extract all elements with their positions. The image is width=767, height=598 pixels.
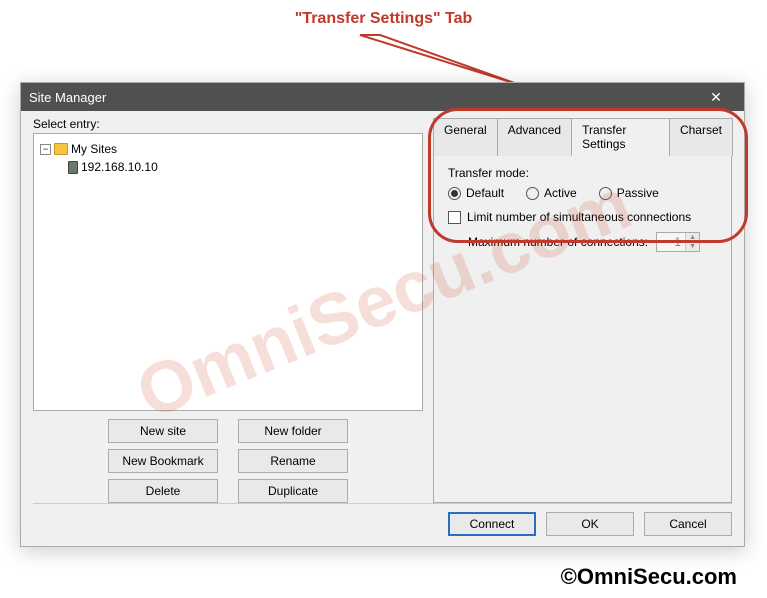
cancel-button[interactable]: Cancel bbox=[644, 512, 732, 536]
new-bookmark-button[interactable]: New Bookmark bbox=[108, 449, 218, 473]
delete-button[interactable]: Delete bbox=[108, 479, 218, 503]
window-title: Site Manager bbox=[29, 90, 106, 105]
radio-active-label: Active bbox=[544, 186, 577, 200]
limit-connections-checkbox[interactable]: Limit number of simultaneous connections bbox=[448, 210, 717, 224]
radio-active[interactable]: Active bbox=[526, 186, 577, 200]
titlebar: Site Manager ✕ bbox=[21, 83, 744, 111]
radio-icon bbox=[448, 187, 461, 200]
tab-charset[interactable]: Charset bbox=[669, 118, 733, 156]
radio-passive[interactable]: Passive bbox=[599, 186, 659, 200]
select-entry-label: Select entry: bbox=[33, 117, 423, 131]
rename-button[interactable]: Rename bbox=[238, 449, 348, 473]
spinner-down-icon[interactable]: ▼ bbox=[686, 242, 699, 251]
radio-default-label: Default bbox=[466, 186, 504, 200]
connect-button[interactable]: Connect bbox=[448, 512, 536, 536]
site-manager-window: Site Manager ✕ Select entry: − My Sites … bbox=[20, 82, 745, 547]
radio-icon bbox=[526, 187, 539, 200]
tree-root-label: My Sites bbox=[71, 142, 117, 156]
radio-icon bbox=[599, 187, 612, 200]
tree-root-row[interactable]: − My Sites bbox=[38, 140, 418, 158]
site-tree[interactable]: − My Sites 192.168.10.10 bbox=[33, 133, 423, 411]
radio-passive-label: Passive bbox=[617, 186, 659, 200]
new-site-button[interactable]: New site bbox=[108, 419, 218, 443]
dialog-button-bar: Connect OK Cancel bbox=[33, 503, 732, 536]
tab-general[interactable]: General bbox=[433, 118, 498, 156]
tree-child-label: 192.168.10.10 bbox=[81, 160, 158, 174]
transfer-settings-panel: Transfer mode: Default Active Passive bbox=[433, 155, 732, 503]
ok-button[interactable]: OK bbox=[546, 512, 634, 536]
duplicate-button[interactable]: Duplicate bbox=[238, 479, 348, 503]
tab-advanced[interactable]: Advanced bbox=[497, 118, 572, 156]
tree-child-row[interactable]: 192.168.10.10 bbox=[38, 158, 418, 176]
transfer-mode-group: Default Active Passive bbox=[448, 186, 717, 200]
folder-icon bbox=[54, 143, 68, 155]
checkbox-icon bbox=[448, 211, 461, 224]
limit-connections-label: Limit number of simultaneous connections bbox=[467, 210, 691, 224]
annotation-arrow bbox=[350, 30, 550, 90]
spinner-up-icon[interactable]: ▲ bbox=[686, 233, 699, 242]
tabbar: General Advanced Transfer Settings Chars… bbox=[433, 117, 732, 155]
collapse-icon[interactable]: − bbox=[40, 144, 51, 155]
watermark-footer: ©OmniSecu.com bbox=[561, 564, 737, 590]
radio-default[interactable]: Default bbox=[448, 186, 504, 200]
max-connections-input[interactable] bbox=[657, 233, 685, 251]
close-icon[interactable]: ✕ bbox=[696, 83, 736, 111]
annotation-label: "Transfer Settings" Tab bbox=[295, 10, 473, 28]
tab-transfer-settings[interactable]: Transfer Settings bbox=[571, 118, 670, 156]
new-folder-button[interactable]: New folder bbox=[238, 419, 348, 443]
transfer-mode-label: Transfer mode: bbox=[448, 166, 717, 180]
max-connections-label: Maximum number of connections: bbox=[468, 235, 648, 249]
max-connections-spinner[interactable]: ▲ ▼ bbox=[656, 232, 700, 252]
server-icon bbox=[68, 161, 78, 174]
